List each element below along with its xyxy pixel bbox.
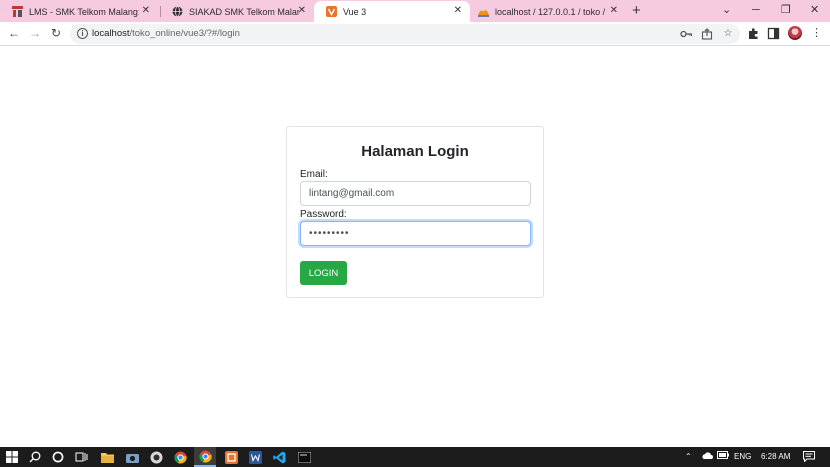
password-field[interactable] (300, 221, 531, 246)
chrome-icon[interactable] (173, 450, 187, 464)
minimize-icon[interactable]: ─ (752, 2, 760, 18)
onedrive-cloud-icon[interactable] (701, 451, 713, 464)
phpmyadmin-favicon-icon (478, 6, 489, 17)
search-icon[interactable] (28, 450, 42, 464)
sublime-app-icon[interactable] (224, 450, 238, 464)
reload-icon[interactable]: ↻ (49, 26, 63, 40)
site-info-icon[interactable]: i (77, 28, 88, 39)
battery-icon[interactable] (717, 451, 729, 463)
email-label: Email: (300, 169, 328, 180)
new-tab-button[interactable]: + (632, 2, 641, 20)
terminal-icon[interactable] (297, 450, 311, 464)
file-explorer-icon[interactable] (100, 450, 114, 464)
chrome-active-icon[interactable] (194, 447, 216, 467)
profile-avatar[interactable] (788, 26, 802, 40)
close-icon[interactable]: ✕ (142, 5, 150, 17)
key-icon[interactable] (680, 28, 693, 40)
camera-app-icon[interactable] (125, 450, 139, 464)
back-arrow-icon[interactable]: ← (7, 26, 21, 40)
tab-strip: LMS - SMK Telkom Malang: Log in ✕ SIAKAD… (0, 0, 830, 22)
bookmark-star-icon[interactable]: ☆ (722, 28, 734, 40)
email-field[interactable] (300, 181, 531, 206)
tab-vue3[interactable]: Vue 3 ✕ (314, 1, 470, 22)
close-icon[interactable]: ✕ (610, 5, 618, 17)
login-button[interactable]: LOGIN (300, 261, 347, 285)
task-view-icon[interactable] (74, 450, 88, 464)
tab-title: LMS - SMK Telkom Malang: Log in (29, 6, 139, 17)
url-text[interactable]: localhost/toko_online/vue3/?#/login (92, 28, 240, 39)
forward-arrow-icon[interactable]: → (28, 26, 42, 40)
vue-favicon-icon (326, 6, 337, 17)
close-icon[interactable]: ✕ (298, 5, 306, 17)
tab-title: Vue 3 (343, 6, 367, 17)
tab-title: localhost / 127.0.0.1 / toko / users | p… (495, 6, 607, 17)
window-close-icon[interactable]: ✕ (810, 2, 819, 18)
extensions-puzzle-icon[interactable] (747, 27, 760, 40)
tray-chevron-icon[interactable]: ⌃ (685, 451, 692, 463)
address-bar[interactable]: i localhost/toko_online/vue3/?#/login ☆ (70, 24, 740, 44)
tab-phpmyadmin[interactable]: localhost / 127.0.0.1 / toko / users | p… (466, 1, 626, 22)
restore-icon[interactable]: ❐ (781, 2, 791, 18)
side-panel-icon[interactable] (767, 27, 780, 40)
tab-title: SIAKAD SMK Telkom Malang (189, 6, 299, 17)
browser-toolbar: ← → ↻ i localhost/toko_online/vue3/?#/lo… (0, 22, 830, 46)
vscode-icon[interactable] (272, 450, 286, 464)
password-label: Password: (300, 209, 347, 220)
word-icon[interactable] (248, 450, 262, 464)
tab-lms[interactable]: LMS - SMK Telkom Malang: Log in ✕ (0, 1, 158, 22)
obs-icon[interactable] (149, 450, 163, 464)
language-indicator[interactable]: ENG (734, 451, 751, 463)
kebab-menu-icon[interactable]: ⋮ (810, 27, 823, 40)
tab-search-chevron-icon[interactable]: ⌄ (722, 2, 731, 18)
share-icon[interactable] (701, 28, 713, 40)
cortana-icon[interactable] (51, 450, 65, 464)
tab-siakad[interactable]: SIAKAD SMK Telkom Malang ✕ (160, 1, 314, 22)
login-card: Halaman Login Email: Password: LOGIN (286, 126, 544, 298)
globe-icon (172, 6, 183, 17)
windows-taskbar: ⌃ ENG 6:28 AM (0, 447, 830, 467)
page-title: Halaman Login (361, 143, 469, 160)
clock[interactable]: 6:28 AM (761, 451, 790, 463)
lms-favicon-icon (12, 6, 23, 17)
windows-start-icon[interactable] (5, 450, 19, 464)
close-icon[interactable]: ✕ (454, 5, 462, 17)
notification-icon[interactable] (803, 451, 815, 466)
